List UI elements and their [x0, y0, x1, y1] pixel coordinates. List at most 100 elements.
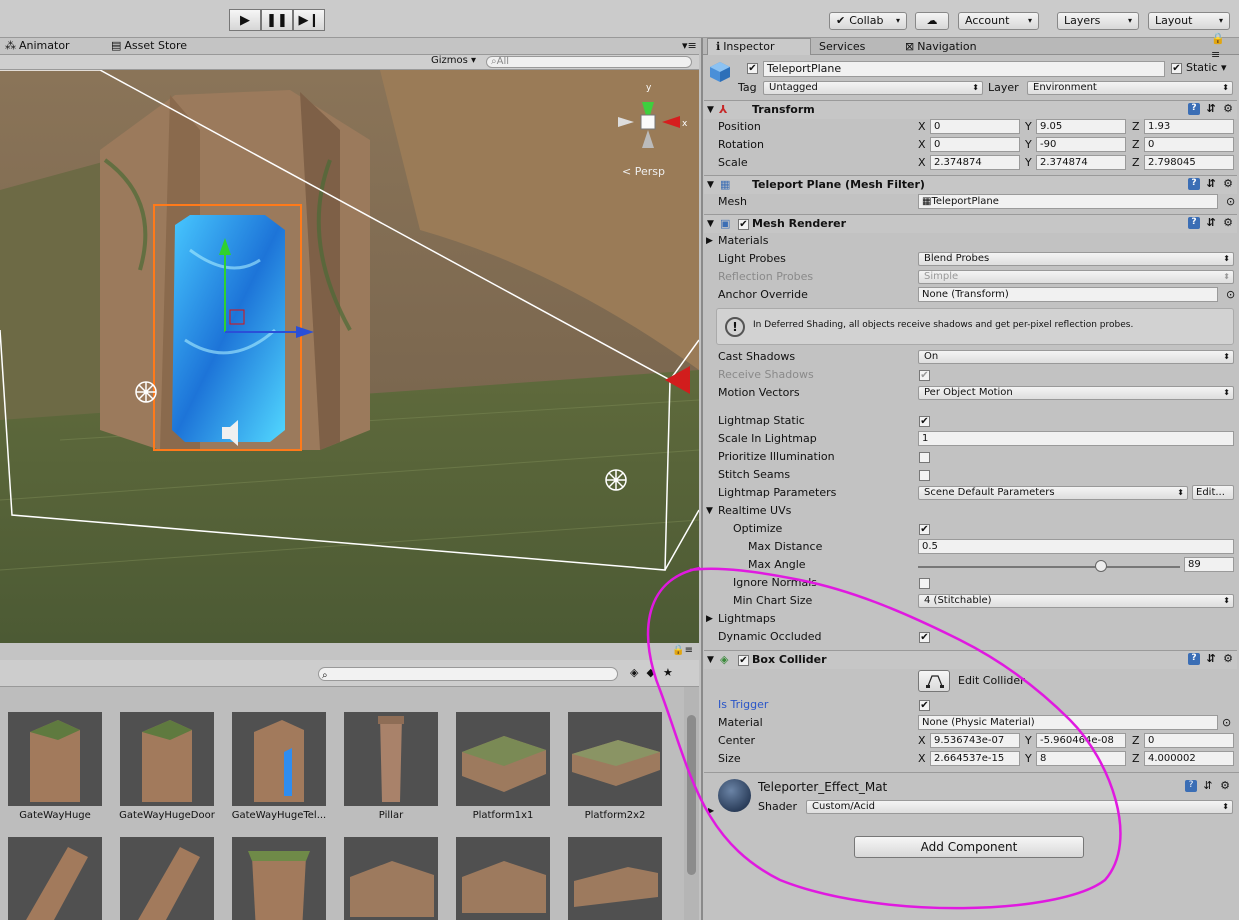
size-x-field[interactable]: 2.664537e-15 [930, 751, 1020, 766]
center-z-field[interactable]: 0 [1144, 733, 1234, 748]
preset-icon[interactable]: ⇵ [1205, 653, 1217, 665]
panel-menu-icon[interactable]: ▾≡ [682, 39, 697, 52]
favorite-star-icon[interactable]: ★ [663, 666, 673, 679]
gear-icon[interactable]: ⚙ [1219, 780, 1231, 792]
layer-dropdown[interactable]: Environment [1027, 81, 1233, 95]
preset-icon[interactable]: ⇵ [1202, 780, 1214, 792]
static-checkbox[interactable]: ✔ [1171, 63, 1182, 74]
foldout-arrow-icon[interactable]: ▼ [707, 215, 714, 233]
asset-item[interactable] [117, 837, 217, 920]
stitch-seams-checkbox[interactable] [919, 470, 930, 481]
gear-icon[interactable]: ⚙ [1222, 103, 1234, 115]
asset-item[interactable]: GateWayHuge [5, 712, 105, 821]
mesh-filter-header[interactable]: ▼ ▦ Teleport Plane (Mesh Filter) ? ⇵ ⚙ [704, 175, 1237, 194]
asset-item[interactable]: Platform1x1 [453, 712, 553, 821]
realtime-uvs-foldout[interactable]: ▼ Realtime UVs [706, 502, 1226, 520]
gizmos-dropdown[interactable]: Gizmos ▾ [431, 55, 476, 66]
rotation-z-field[interactable]: 0 [1144, 137, 1234, 152]
project-scrollbar[interactable] [684, 687, 699, 920]
type-filter-icon[interactable]: ◈ [630, 666, 638, 679]
tab-animator[interactable]: ⁂ Animator [5, 39, 70, 52]
max-angle-slider-track[interactable] [918, 566, 1180, 568]
cloud-button[interactable]: ☁ [915, 12, 949, 30]
asset-item[interactable]: GateWayHugeTel... [229, 712, 329, 821]
asset-item[interactable] [565, 837, 665, 920]
gear-icon[interactable]: ⚙ [1222, 217, 1234, 229]
size-z-field[interactable]: 4.000002 [1144, 751, 1234, 766]
dynamic-occluded-checkbox[interactable]: ✔ [919, 632, 930, 643]
tab-asset-store[interactable]: ▤ Asset Store [111, 39, 187, 52]
object-picker-icon[interactable]: ⊙ [1226, 286, 1235, 304]
light-probes-dropdown[interactable]: Blend Probes [918, 252, 1234, 266]
cast-shadows-dropdown[interactable]: On [918, 350, 1234, 364]
inspector-lock-icon[interactable]: 🔒≡ [1203, 32, 1239, 61]
help-icon[interactable]: ? [1188, 178, 1200, 190]
account-dropdown[interactable]: Account ▾ [958, 12, 1039, 30]
position-y-field[interactable]: 9.05 [1036, 119, 1126, 134]
max-angle-field[interactable]: 89 [1184, 557, 1234, 572]
max-distance-field[interactable]: 0.5 [918, 539, 1234, 554]
object-name-field[interactable]: TeleportPlane [763, 61, 1165, 77]
foldout-arrow-icon[interactable]: ▼ [707, 176, 714, 194]
preset-icon[interactable]: ⇵ [1205, 178, 1217, 190]
asset-item[interactable]: Platform2x2 [565, 712, 665, 821]
add-component-button[interactable]: Add Component [854, 836, 1084, 858]
transform-header[interactable]: ▼ ⅄ Transform ? ⇵ ⚙ [704, 100, 1237, 119]
materials-foldout[interactable]: ▶ Materials [706, 232, 1226, 250]
help-icon[interactable]: ? [1185, 780, 1197, 792]
preset-icon[interactable]: ⇵ [1205, 217, 1217, 229]
asset-item[interactable] [341, 837, 441, 920]
scale-y-field[interactable]: 2.374874 [1036, 155, 1126, 170]
shader-dropdown[interactable]: Custom/Acid [806, 800, 1233, 814]
step-button[interactable]: ▶❙ [293, 9, 325, 31]
static-label[interactable]: Static ▾ [1186, 61, 1226, 74]
rotation-x-field[interactable]: 0 [930, 137, 1020, 152]
scale-x-field[interactable]: 2.374874 [930, 155, 1020, 170]
min-chart-size-dropdown[interactable]: 4 (Stitchable) [918, 594, 1234, 608]
motion-vectors-dropdown[interactable]: Per Object Motion [918, 386, 1234, 400]
box-collider-header[interactable]: ▼ ◈ ✔ Box Collider ? ⇵ ⚙ [704, 650, 1237, 669]
help-icon[interactable]: ? [1188, 103, 1200, 115]
physic-material-field[interactable]: None (Physic Material) [918, 715, 1218, 730]
tab-services[interactable]: Services [811, 38, 873, 55]
active-checkbox[interactable]: ✔ [747, 63, 758, 74]
collab-button[interactable]: ✔ Collab ▾ [829, 12, 907, 30]
anchor-override-field[interactable]: None (Transform) [918, 287, 1218, 302]
asset-item[interactable] [5, 837, 105, 920]
mesh-renderer-enabled-checkbox[interactable]: ✔ [738, 219, 749, 230]
asset-item[interactable]: GateWayHugeDoor [117, 712, 217, 821]
center-y-field[interactable]: -5.960464e-08 [1036, 733, 1126, 748]
size-y-field[interactable]: 8 [1036, 751, 1126, 766]
persp-label[interactable]: < Persp [622, 165, 665, 178]
lightmaps-foldout[interactable]: ▶ Lightmaps [706, 610, 1226, 628]
gear-icon[interactable]: ⚙ [1222, 653, 1234, 665]
scale-in-lightmap-field[interactable]: 1 [918, 431, 1234, 446]
ignore-normals-checkbox[interactable] [919, 578, 930, 589]
material-preview-sphere[interactable] [718, 779, 751, 812]
foldout-arrow-icon[interactable]: ▼ [707, 101, 714, 119]
mesh-renderer-header[interactable]: ▼ ▣ ✔ Mesh Renderer ? ⇵ ⚙ [704, 214, 1237, 233]
lightmap-static-checkbox[interactable]: ✔ [919, 416, 930, 427]
layout-dropdown[interactable]: Layout ▾ [1148, 12, 1230, 30]
foldout-arrow-icon[interactable]: ▼ [707, 651, 714, 669]
edit-lightmap-parameters-button[interactable]: Edit... [1192, 485, 1234, 500]
prioritize-illumination-checkbox[interactable] [919, 452, 930, 463]
tag-dropdown[interactable]: Untagged [763, 81, 983, 95]
label-filter-icon[interactable]: ◆ [646, 666, 654, 679]
scrollbar-thumb[interactable] [687, 715, 696, 875]
scale-z-field[interactable]: 2.798045 [1144, 155, 1234, 170]
edit-collider-button[interactable] [918, 670, 950, 692]
project-search-input[interactable]: ⌕ [318, 667, 618, 681]
tab-inspector[interactable]: ℹ Inspector [707, 38, 811, 55]
foldout-arrow-icon[interactable]: ▶ [708, 806, 714, 815]
play-button[interactable]: ▶ [229, 9, 261, 31]
lock-icon[interactable]: 🔒≡ [672, 645, 693, 656]
object-picker-icon[interactable]: ⊙ [1222, 714, 1231, 732]
pause-button[interactable]: ❚❚ [261, 9, 293, 31]
asset-item[interactable] [229, 837, 329, 920]
asset-item[interactable] [453, 837, 553, 920]
help-icon[interactable]: ? [1188, 217, 1200, 229]
lightmap-parameters-dropdown[interactable]: Scene Default Parameters [918, 486, 1188, 500]
is-trigger-checkbox[interactable]: ✔ [919, 700, 930, 711]
preset-icon[interactable]: ⇵ [1205, 103, 1217, 115]
